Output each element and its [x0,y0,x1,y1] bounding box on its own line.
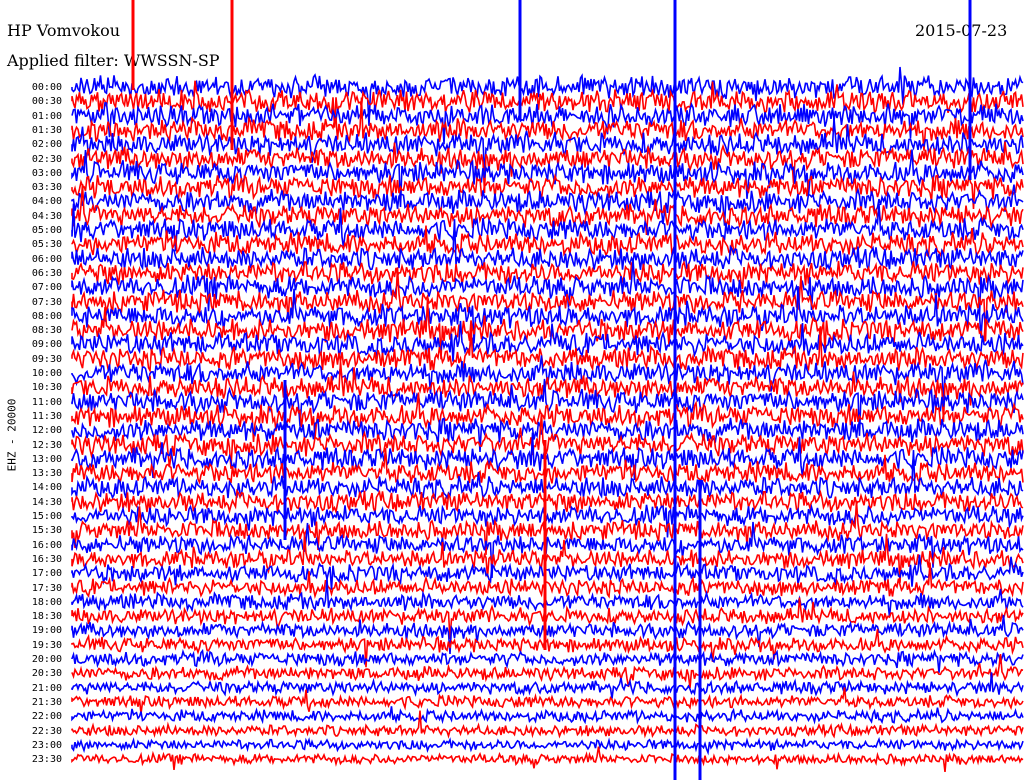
trace-line [71,654,1024,689]
trace-line [71,672,1024,699]
trace-line [71,562,1024,600]
seismogram-traces [71,0,1024,780]
trace-line [71,118,1024,177]
trace-line [71,746,1024,772]
helicorder-plot: HP Vomvokou Applied filter: WWSSN-SP 201… [0,0,1024,780]
trace-line [71,299,1024,360]
trace-line [71,710,1024,739]
trace-line [71,447,1024,486]
trace-line [71,488,1024,515]
trace-line [71,736,1024,756]
trace-line [71,361,1024,422]
trace-line [71,706,1024,725]
